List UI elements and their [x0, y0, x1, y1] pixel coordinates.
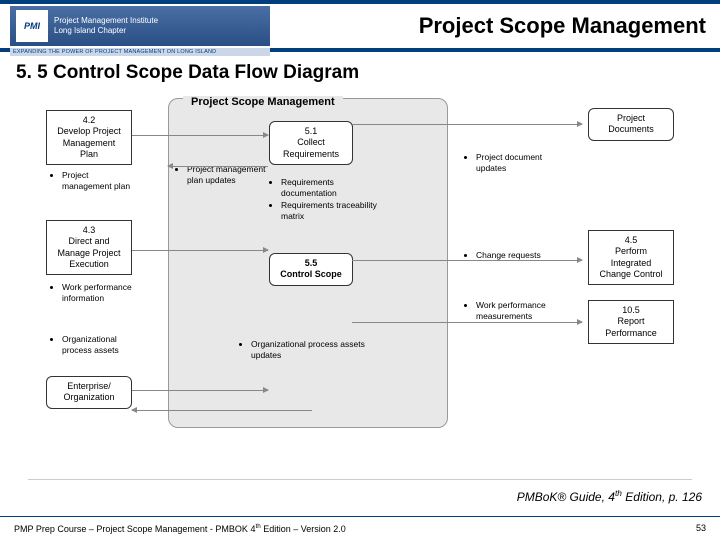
box-4-2: 4.2 Develop Project Management Plan	[46, 110, 132, 165]
bullet-opa: Organizational process assets	[52, 334, 142, 357]
pmi-logo: PMI Project Management Institute Long Is…	[10, 6, 270, 46]
logo-tagline: EXPANDING THE POWER OF PROJECT MANAGEMEN…	[10, 48, 270, 56]
bullets-51: Requirements documentation Requirements …	[271, 177, 381, 223]
box-5-5: 5.5 Control Scope	[269, 253, 353, 286]
logo-line1: Project Management Institute	[54, 16, 158, 26]
bullet-pmp: Project management plan	[52, 170, 140, 193]
box-4-3: 4.3 Direct and Manage Project Execution	[46, 220, 132, 275]
bullet-opau: Organizational process assets updates	[241, 339, 371, 362]
arrow-55-to-42	[168, 166, 268, 167]
box-project-documents: Project Documents	[588, 108, 674, 141]
box-10-5: 10.5 Report Performance	[588, 300, 674, 344]
pmi-badge-icon: PMI	[16, 10, 48, 42]
arrow-42-to-55	[132, 135, 268, 136]
page-title: Project Scope Management	[270, 13, 720, 39]
logo-line2: Long Island Chapter	[54, 26, 158, 36]
box-enterprise: Enterprise/ Organization	[46, 376, 132, 409]
panel-title: Project Scope Management	[183, 96, 343, 108]
box-5-1: 5.1 Collect Requirements	[269, 121, 353, 165]
scope-panel: Project Scope Management 5.1 Collect Req…	[168, 98, 448, 428]
arrow-ent-to-55	[132, 390, 268, 391]
arrow-55-to-105	[352, 322, 582, 323]
page-number: 53	[696, 523, 706, 534]
footer-left: PMP Prep Course – Project Scope Manageme…	[14, 523, 346, 534]
data-flow-diagram: 4.2 Develop Project Management Plan Proj…	[28, 90, 692, 480]
box-4-5: 4.5 Perform Integrated Change Control	[588, 230, 674, 285]
logo-text: Project Management Institute Long Island…	[54, 16, 158, 35]
section-title: 5. 5 Control Scope Data Flow Diagram	[0, 52, 720, 90]
header: PMI Project Management Institute Long Is…	[0, 4, 720, 52]
bullet-pmpu: Project management plan updates	[177, 164, 271, 187]
arrow-55-to-45	[352, 260, 582, 261]
arrow-55-to-ent	[132, 410, 312, 411]
bullet-wpm: Work performance measurements	[466, 300, 566, 323]
arrow-43-to-55	[132, 250, 268, 251]
arrow-55-to-pd	[352, 124, 582, 125]
bullet-wpi: Work performance information	[52, 282, 142, 305]
bullet-pdu: Project document updates	[466, 152, 556, 175]
citation: PMBoK® Guide, 4th Edition, p. 126	[517, 488, 702, 504]
footer: PMP Prep Course – Project Scope Manageme…	[0, 516, 720, 540]
